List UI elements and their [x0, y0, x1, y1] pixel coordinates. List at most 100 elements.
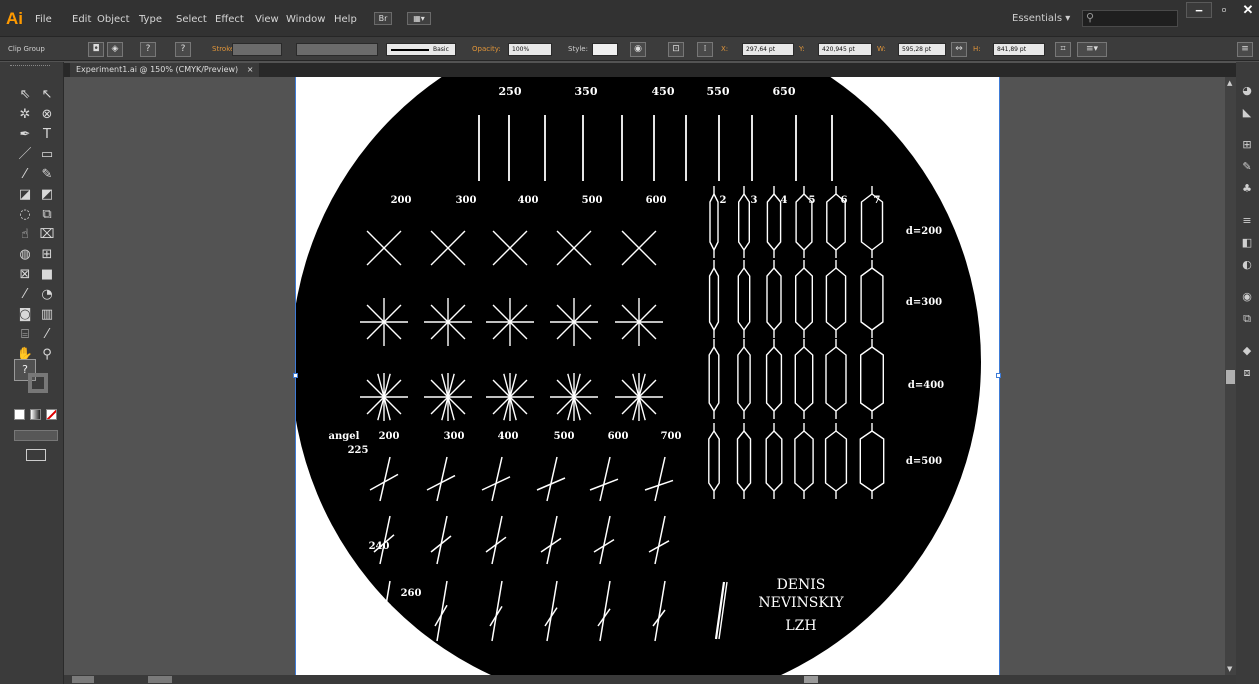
mesh-icon[interactable]: ⊠: [14, 266, 36, 284]
vertical-scroll-thumb[interactable]: [1226, 370, 1235, 384]
drawing-modes-icon[interactable]: [14, 430, 58, 441]
transform-icon[interactable]: ⌗: [1055, 42, 1071, 57]
symbols-panel-icon[interactable]: ♣: [1240, 182, 1254, 196]
color-panel-icon[interactable]: ◕: [1240, 84, 1254, 98]
selection-icon[interactable]: ⇖: [14, 86, 36, 104]
shape-builder-icon[interactable]: ◍: [14, 246, 36, 264]
bridge-button[interactable]: Br: [374, 12, 392, 25]
zoom-icon[interactable]: ⚲: [36, 346, 58, 364]
edit-clipping-path-icon[interactable]: ◘: [88, 42, 104, 57]
scroll-up-icon[interactable]: ▲: [1227, 79, 1232, 87]
lasso-icon[interactable]: ⊗: [36, 106, 58, 124]
line-icon[interactable]: ／: [14, 146, 36, 164]
reference-point-icon[interactable]: ⁞: [697, 42, 713, 57]
gradient-mode-icon[interactable]: [30, 409, 41, 420]
search-field[interactable]: ⚲: [1082, 10, 1178, 27]
menu-edit[interactable]: Edit: [72, 14, 91, 25]
close-tab-icon[interactable]: ×: [247, 65, 254, 74]
arrange-documents-button[interactable]: ▦▾: [407, 12, 431, 25]
vertical-scrollbar[interactable]: ▲ ▼: [1225, 77, 1236, 675]
magic-wand-icon[interactable]: ✲: [14, 106, 36, 124]
angle-row-label: 225: [348, 445, 369, 456]
symbol-sprayer-icon[interactable]: ◙: [14, 306, 36, 324]
artboards-panel-icon[interactable]: ⧈: [1240, 366, 1254, 380]
stroke-panel-icon[interactable]: ≡: [1240, 214, 1254, 228]
edit-contents-icon[interactable]: ◈: [107, 42, 123, 57]
direct-selection-icon[interactable]: ↖: [36, 86, 58, 104]
selection-handle[interactable]: [996, 373, 1001, 378]
scale-icon[interactable]: ⧉: [36, 206, 58, 224]
artboard-icon[interactable]: ⌸: [14, 326, 36, 344]
top-label: 650: [773, 85, 796, 98]
color-guide-icon[interactable]: ◣: [1240, 106, 1254, 120]
menu-view[interactable]: View: [255, 14, 279, 25]
x-field[interactable]: 297,64 pt: [742, 43, 794, 56]
none-mode-icon[interactable]: [46, 409, 57, 420]
document-tab[interactable]: Experiment1.ai @ 150% (CMYK/Preview) ×: [70, 63, 260, 77]
gradient-icon[interactable]: ■: [36, 266, 58, 284]
workspace-switcher[interactable]: Essentials ▾: [1012, 13, 1070, 24]
menu-help[interactable]: Help: [334, 14, 357, 25]
appearance-panel-icon[interactable]: ◉: [1240, 290, 1254, 304]
zoom-field[interactable]: [72, 676, 94, 683]
artwork-svg[interactable]: 250 350 450 550 650 200 300 400 500 600 …: [296, 77, 1001, 675]
stroke-swatch-button[interactable]: ?: [175, 42, 191, 57]
transparency-panel-icon[interactable]: ◐: [1240, 258, 1254, 272]
blob-brush-icon[interactable]: ◪: [14, 186, 36, 204]
pencil-icon[interactable]: ✎: [36, 166, 58, 184]
width-field[interactable]: 595,28 pt: [898, 43, 946, 56]
horizontal-scroll-thumb[interactable]: [804, 676, 818, 683]
perspective-grid-icon[interactable]: ⊞: [36, 246, 58, 264]
pen-icon[interactable]: ✒: [14, 126, 36, 144]
rectangle-icon[interactable]: ▭: [36, 146, 58, 164]
panel-menu-icon[interactable]: ≡: [1237, 42, 1253, 57]
eraser-icon[interactable]: ◩: [36, 186, 58, 204]
menu-file[interactable]: File: [35, 14, 52, 25]
fill-swatch-button[interactable]: ?: [140, 42, 156, 57]
menu-type[interactable]: Type: [139, 14, 162, 25]
free-transform-icon[interactable]: ⌧: [36, 226, 58, 244]
stroke-color-icon[interactable]: [28, 373, 48, 393]
minimize-button[interactable]: −: [1186, 2, 1212, 18]
brushes-panel-icon[interactable]: ✎: [1240, 160, 1254, 174]
graphic-styles-icon[interactable]: ⧉: [1240, 312, 1254, 326]
screen-mode-icon[interactable]: [26, 449, 46, 461]
menu-effect[interactable]: Effect: [215, 14, 244, 25]
brush-definition[interactable]: Basic: [386, 43, 456, 56]
slice-icon[interactable]: ⁄: [36, 326, 58, 344]
menu-window[interactable]: Window: [286, 14, 325, 25]
eyedropper-icon[interactable]: ⁄: [14, 286, 36, 304]
opacity-field[interactable]: 100%: [508, 43, 552, 56]
blend-icon[interactable]: ◔: [36, 286, 58, 304]
graphic-style-swatch[interactable]: [592, 43, 618, 56]
recolor-artwork-icon[interactable]: ◉: [630, 42, 646, 57]
variable-width-profile[interactable]: [296, 43, 378, 56]
column-graph-icon[interactable]: ▥: [36, 306, 58, 324]
isolate-icon[interactable]: ≡▾: [1077, 42, 1107, 57]
artboard[interactable]: 250 350 450 550 650 200 300 400 500 600 …: [295, 77, 1000, 675]
stroke-weight-field[interactable]: [232, 43, 282, 56]
type-icon[interactable]: T: [36, 126, 58, 144]
color-mode-icon[interactable]: [14, 409, 25, 420]
close-window-button[interactable]: ✕: [1238, 2, 1258, 18]
paintbrush-icon[interactable]: ⁄: [14, 166, 36, 184]
opacity-label[interactable]: Opacity:: [472, 45, 501, 53]
tools-grip[interactable]: [10, 65, 50, 67]
menu-select[interactable]: Select: [176, 14, 207, 25]
rotate-icon[interactable]: ◌: [14, 206, 36, 224]
selection-handle[interactable]: [293, 373, 298, 378]
pasteboard[interactable]: 250 350 450 550 650 200 300 400 500 600 …: [64, 77, 1236, 675]
artboard-navigation[interactable]: [148, 676, 172, 683]
y-field[interactable]: 420,945 pt: [818, 43, 872, 56]
cross-label: 600: [646, 195, 667, 206]
align-icon[interactable]: ⊡: [668, 42, 684, 57]
menu-object[interactable]: Object: [97, 14, 130, 25]
layers-panel-icon[interactable]: ◆: [1240, 344, 1254, 358]
scroll-down-icon[interactable]: ▼: [1227, 665, 1232, 673]
gradient-panel-icon[interactable]: ◧: [1240, 236, 1254, 250]
constrain-proportions-icon[interactable]: ⇔: [951, 42, 967, 57]
height-field[interactable]: 841,89 pt: [993, 43, 1045, 56]
swatches-panel-icon[interactable]: ⊞: [1240, 138, 1254, 152]
restore-button[interactable]: ▫: [1214, 2, 1234, 18]
warp-icon[interactable]: ☝: [14, 226, 36, 244]
